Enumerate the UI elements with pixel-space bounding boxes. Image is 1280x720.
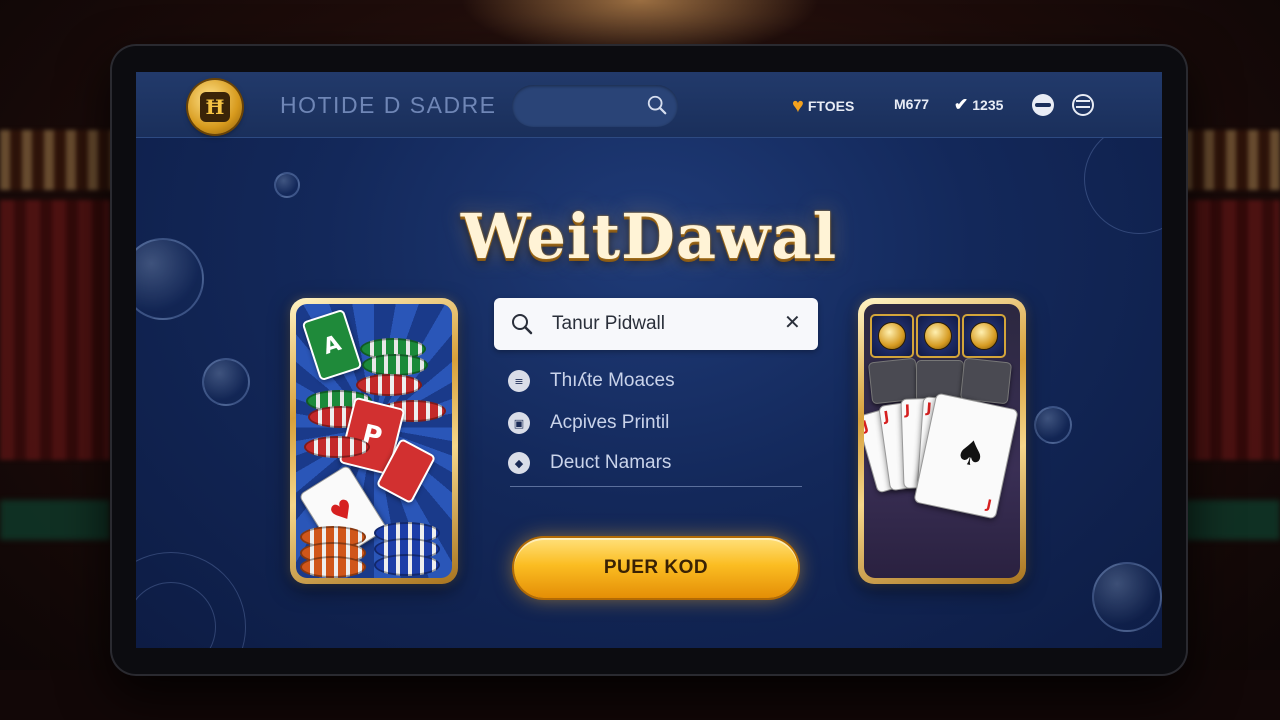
page-title: WeitDawal [460,200,838,273]
points-stat[interactable]: ✔ 1235 [954,96,1003,113]
menu-item-3[interactable]: ◆ Deuct Namars [508,446,671,480]
slot-reel [916,314,960,358]
search-panel: Tanur Pidwall ✕ ≡ Thıʎte Moaces ▣ Acpive… [494,298,826,642]
menu-item-2[interactable]: ▣ Acpives Printil [508,406,669,440]
app-screen: Ħ HOTIDE D SADRE ♥ FTOES M677 ✔ 1235 Wei… [136,72,1162,648]
dark-card [959,357,1013,405]
slot-reel [870,314,914,358]
search-icon [512,314,533,335]
coin-icon [878,322,906,350]
search-value: Tanur Pidwall [552,313,665,334]
bubble-decoration [274,172,300,198]
globe-icon[interactable] [1032,94,1054,116]
lock-icon: ▣ [508,412,530,434]
chip-blue [374,554,440,576]
divider [510,486,802,487]
menu-item-label: Deuct Namars [550,452,672,473]
background-curtain-left [0,200,110,460]
chip-orange [300,556,366,578]
points-label: 1235 [972,96,1004,113]
close-icon[interactable]: ✕ [784,312,801,332]
brand-name: HOTIDE D SADRE [280,92,497,118]
primary-action-button[interactable]: PUER KOD [514,538,798,598]
background-lights-left [0,130,120,190]
balance-stat[interactable]: M677 [894,96,929,112]
background-floor [0,670,1280,720]
tablet-device: Ħ HOTIDE D SADRE ♥ FTOES M677 ✔ 1235 Wei… [110,44,1188,676]
main-search-input[interactable]: Tanur Pidwall ✕ [494,298,818,350]
slot-reel [962,314,1006,358]
list-icon: ≡ [508,370,530,392]
chip-red [356,374,422,396]
game-card-slots-art: J J J J ♠ J [864,304,1020,578]
spade-icon: ♠ [951,431,990,477]
bubble-decoration [202,358,250,406]
heart-icon: ♥ [792,95,804,117]
favorites-label: FTOES [807,98,855,114]
game-card-slots[interactable]: J J J J ♠ J [858,298,1026,584]
top-search-bar[interactable] [512,85,678,127]
top-bar: Ħ HOTIDE D SADRE ♥ FTOES M677 ✔ 1235 [136,72,1162,138]
check-icon: ✔ [954,95,969,114]
diamond-icon: ◆ [508,452,530,474]
dark-card [867,357,921,405]
logo-icon: Ħ [200,92,230,122]
search-icon[interactable] [646,94,668,116]
bubble-decoration [1034,406,1072,444]
bubble-decoration [1092,562,1162,632]
app-logo[interactable]: Ħ [188,80,242,134]
card-rank: J [984,497,993,514]
chip-green [362,354,428,376]
green-card: A [301,308,363,382]
menu-item-label: Thıʎte Moaces [550,370,675,391]
menu-item-1[interactable]: ≡ Thıʎte Moaces [508,364,675,398]
background-table-left [0,500,110,540]
favorites-stat[interactable]: ♥ FTOES [792,96,854,116]
balance-label: M677 [894,96,930,112]
coin-icon [970,322,998,350]
settings-icon[interactable] [1072,94,1094,116]
coin-icon [924,322,952,350]
chip-red [304,436,370,458]
menu-item-label: Acpives Printil [550,412,670,433]
game-card-chips-art: A P ♥ [296,304,452,578]
game-card-chips[interactable]: A P ♥ [290,298,458,584]
